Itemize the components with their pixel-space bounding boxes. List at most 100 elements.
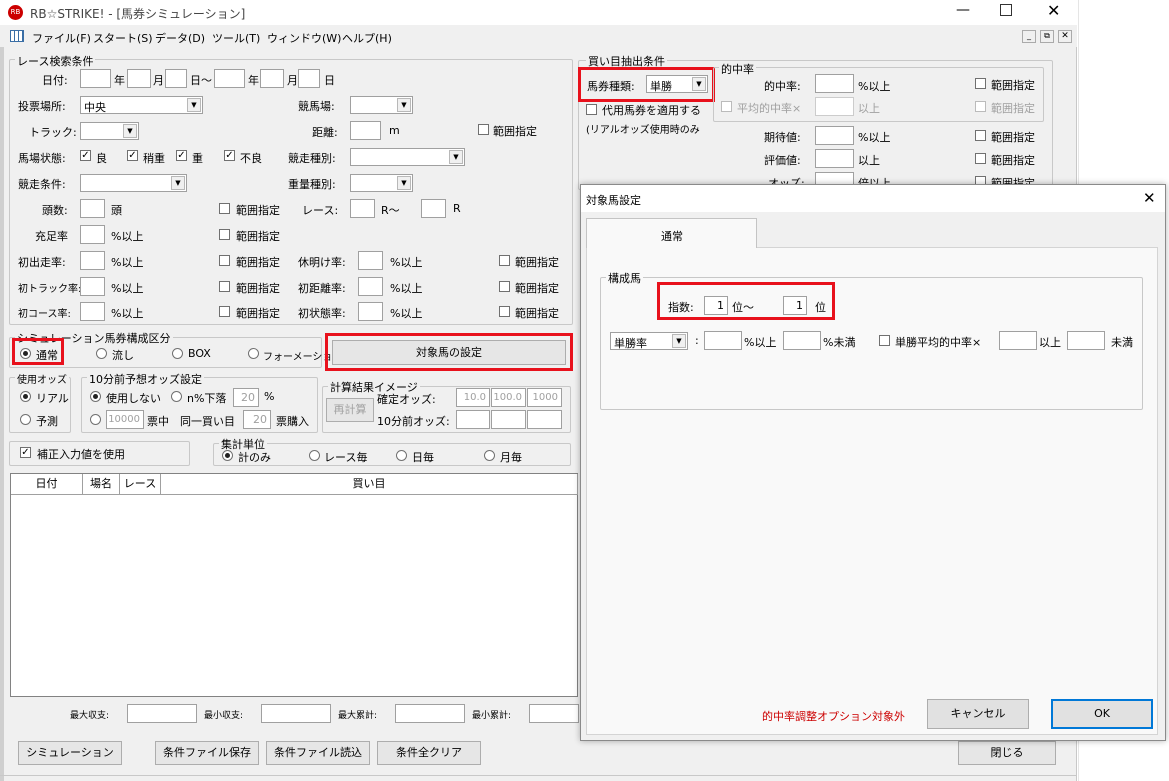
tekichu-range-checkbox[interactable] — [975, 78, 986, 89]
unit-day-radio[interactable] — [396, 450, 407, 461]
save-conditions-button[interactable]: 条件ファイル保存 — [155, 741, 259, 765]
juryo-select[interactable]: ▼ — [350, 174, 413, 192]
result-table[interactable]: 日付 場名 レース 買い目 — [10, 473, 578, 697]
baba-omo-checkbox[interactable]: ✓ — [176, 150, 187, 161]
jusoku-input[interactable] — [80, 225, 105, 244]
minimize-button[interactable]: — — [956, 2, 972, 18]
hatsujotai-input[interactable] — [358, 302, 383, 321]
hatsucourse-range-checkbox[interactable] — [219, 306, 230, 317]
col-kaime[interactable]: 買い目 — [161, 474, 578, 495]
menu-start[interactable]: スタート(S) — [93, 30, 153, 46]
hatsucourse-input[interactable] — [80, 302, 105, 321]
odds10-hyo-radio[interactable] — [90, 414, 101, 425]
date-to-day-input[interactable] — [298, 69, 320, 88]
joken-select[interactable]: ▼ — [80, 174, 187, 192]
heikin-range-checkbox[interactable] — [975, 101, 986, 112]
menu-file[interactable]: ファイル(F) — [32, 30, 91, 46]
mdi-restore-button[interactable]: ⧉ — [1040, 30, 1054, 43]
menu-window[interactable]: ウィンドウ(W) — [267, 30, 341, 46]
date-from-day-input[interactable] — [165, 69, 187, 88]
hatsukyori-input[interactable] — [358, 277, 383, 296]
distance-range-checkbox[interactable] — [478, 124, 489, 135]
tab-normal[interactable]: 通常 — [586, 218, 757, 248]
date-to-year-input[interactable] — [214, 69, 245, 88]
col-venue[interactable]: 場名 — [83, 474, 120, 495]
odds-range-checkbox[interactable] — [975, 176, 986, 184]
race-from-input[interactable] — [350, 199, 375, 218]
kitai-range-checkbox[interactable] — [975, 130, 986, 141]
odds10-notuse-radio[interactable] — [90, 391, 101, 402]
date-to-month-input[interactable] — [260, 69, 284, 88]
hyoka-range-checkbox[interactable] — [975, 153, 986, 164]
course-select[interactable]: ▼ — [350, 96, 413, 114]
jusoku-range-checkbox[interactable] — [219, 229, 230, 240]
baba-ryo-checkbox[interactable]: ✓ — [80, 150, 91, 161]
tosu-input[interactable] — [80, 199, 105, 218]
hatsushutsu-input[interactable] — [80, 251, 105, 270]
heikin-tekichu-checkbox[interactable] — [879, 335, 890, 346]
rate-min-input[interactable] — [704, 331, 742, 350]
odds10-hyo-input[interactable]: 10000 — [106, 410, 144, 429]
ok-button[interactable]: OK — [1051, 699, 1153, 729]
kyumei-input[interactable] — [358, 251, 383, 270]
heikin-min-input[interactable] — [999, 331, 1037, 350]
syubetsu-select[interactable]: ▼ — [350, 148, 465, 166]
odds10-kounyu-input[interactable]: 20 — [243, 410, 271, 429]
baba-yayaomo-checkbox[interactable]: ✓ — [127, 150, 138, 161]
odds10-pct-radio[interactable] — [171, 391, 182, 402]
hatsujotai-unit: %以上 — [390, 307, 423, 320]
hatsujotai-range-checkbox[interactable] — [499, 306, 510, 317]
odds-yosoku-radio[interactable] — [20, 414, 31, 425]
mdi-close-button[interactable]: ✕ — [1058, 30, 1072, 43]
min-cum-field — [529, 704, 579, 723]
rate-max-input[interactable] — [783, 331, 821, 350]
heikin-max-input[interactable] — [1067, 331, 1105, 350]
sim-formation-radio[interactable] — [248, 348, 259, 359]
col-race[interactable]: レース — [120, 474, 161, 495]
hatsutrack-input[interactable] — [80, 277, 105, 296]
close-window-button[interactable]: ✕ — [1047, 1, 1060, 20]
menu-tool[interactable]: ツール(T) — [212, 30, 260, 46]
unit-total-radio[interactable] — [222, 450, 233, 461]
distance-input[interactable] — [350, 121, 381, 140]
race-to-input[interactable] — [421, 199, 446, 218]
unit-race-radio[interactable] — [309, 450, 320, 461]
sim-nagashi-radio[interactable] — [96, 348, 107, 359]
col-date[interactable]: 日付 — [11, 474, 83, 495]
mdi-minimize-button[interactable]: _ — [1022, 30, 1036, 43]
hosei-checkbox[interactable]: ✓ — [20, 447, 31, 458]
close-button[interactable]: 閉じる — [958, 741, 1056, 765]
track-select[interactable]: ▼ — [80, 122, 139, 140]
date-from-month-input[interactable] — [127, 69, 151, 88]
date-from-year-input[interactable] — [80, 69, 111, 88]
clear-conditions-button[interactable]: 条件全クリア — [377, 741, 481, 765]
simulate-button[interactable]: シミュレーション — [18, 741, 122, 765]
maximize-button[interactable] — [1000, 4, 1012, 16]
sim-box-radio[interactable] — [172, 348, 183, 359]
tekichu-input[interactable] — [815, 74, 854, 93]
rate-select[interactable]: 単勝率 ▼ — [610, 332, 688, 350]
odds-input[interactable] — [815, 172, 854, 184]
hatsutrack-range-checkbox[interactable] — [219, 281, 230, 292]
day-label: 日 — [324, 74, 335, 87]
odds-real-radio[interactable] — [20, 391, 31, 402]
hatsukyori-range-checkbox[interactable] — [499, 281, 510, 292]
heikin-checkbox[interactable] — [721, 101, 732, 112]
kitai-input[interactable] — [815, 126, 854, 145]
hyoka-input[interactable] — [815, 149, 854, 168]
menu-data[interactable]: データ(D) — [155, 30, 205, 46]
venue-select[interactable]: 中央 ▼ — [80, 96, 203, 114]
daiyo-checkbox[interactable] — [586, 104, 597, 115]
recalc-button[interactable]: 再計算 — [326, 398, 374, 422]
unit-month-radio[interactable] — [484, 450, 495, 461]
load-conditions-button[interactable]: 条件ファイル読込 — [266, 741, 370, 765]
odds10-pct-input[interactable]: 20 — [233, 388, 259, 407]
heikin-input[interactable] — [815, 97, 854, 116]
kyumei-range-checkbox[interactable] — [499, 255, 510, 266]
menu-help[interactable]: ヘルプ(H) — [342, 30, 392, 46]
cancel-button[interactable]: キャンセル — [927, 699, 1029, 729]
dialog-close-button[interactable]: ✕ — [1143, 189, 1156, 207]
baba-furyo-checkbox[interactable]: ✓ — [224, 150, 235, 161]
tosu-range-checkbox[interactable] — [219, 203, 230, 214]
hatsushutsu-range-checkbox[interactable] — [219, 255, 230, 266]
